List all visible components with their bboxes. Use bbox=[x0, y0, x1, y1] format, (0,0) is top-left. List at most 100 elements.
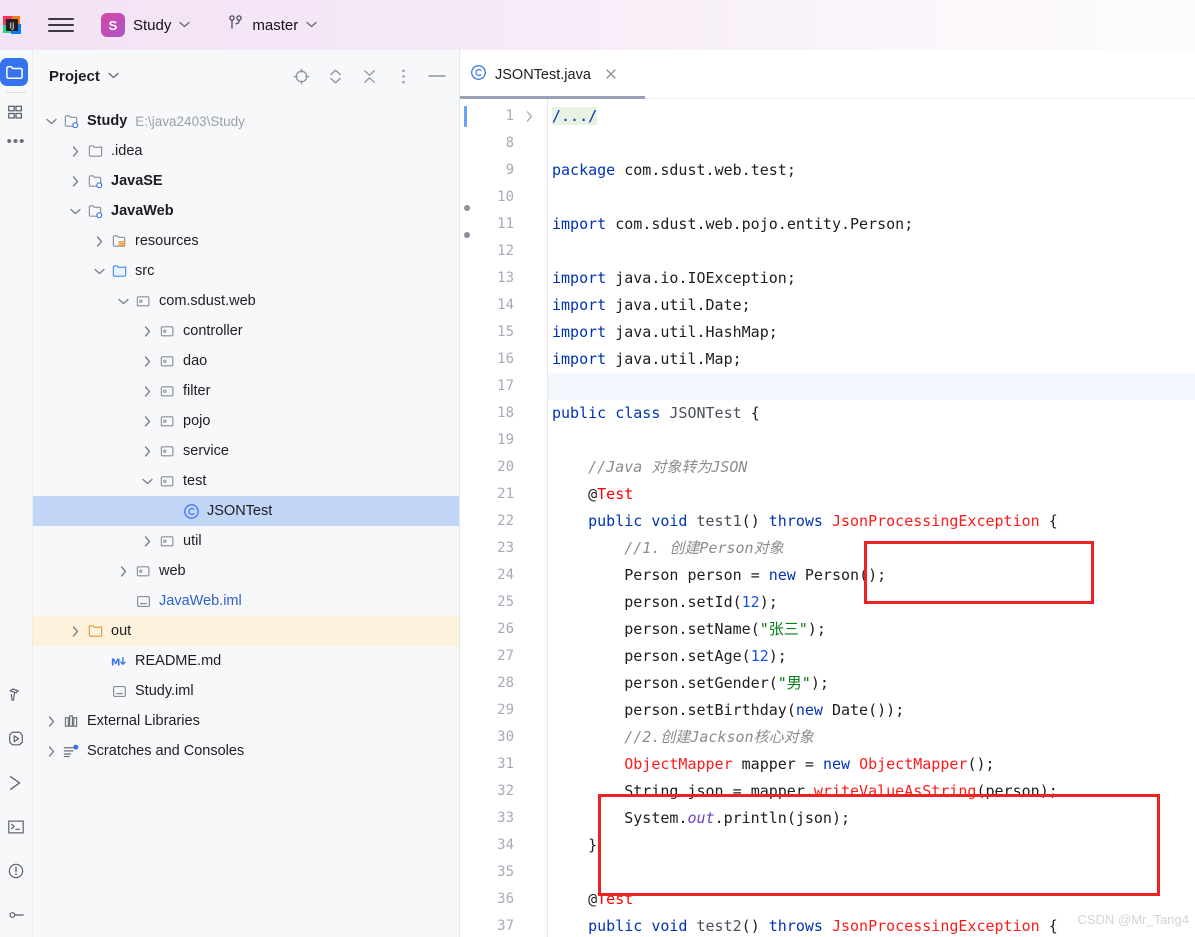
code-line: person.setAge(12); bbox=[624, 647, 787, 665]
editor-gutter[interactable]: 1 8 9 10 11 12 13 14 15 16 17 18 19 20 21 22 23 24 25 26 27 2… bbox=[460, 99, 548, 937]
tree-item-src[interactable]: src bbox=[33, 256, 459, 286]
iml-icon bbox=[133, 591, 153, 611]
line-number: 14 bbox=[497, 297, 514, 313]
tree-item-label: JavaSE bbox=[111, 173, 163, 189]
tree-item-resources[interactable]: resources bbox=[33, 226, 459, 256]
tree-item-label: src bbox=[135, 263, 155, 279]
chevron-right-icon[interactable] bbox=[115, 563, 131, 579]
line-number: 22 bbox=[497, 513, 514, 529]
tree-item-filter[interactable]: filter bbox=[33, 376, 459, 406]
package-icon bbox=[157, 471, 177, 491]
package-icon bbox=[157, 381, 177, 401]
chevron-down-icon[interactable] bbox=[67, 203, 83, 219]
chevron-right-icon[interactable] bbox=[67, 173, 83, 189]
markdown-icon: M bbox=[109, 651, 129, 671]
folded-comment-region[interactable]: /.../ bbox=[552, 107, 598, 125]
line-number: 8 bbox=[505, 135, 514, 151]
vertical-dots-icon[interactable] bbox=[393, 66, 413, 86]
chevron-right-icon[interactable] bbox=[139, 323, 155, 339]
vcs-change-marker[interactable] bbox=[464, 106, 467, 127]
chevron-right-icon[interactable] bbox=[139, 413, 155, 429]
code-fold-expand-icon[interactable] bbox=[526, 111, 533, 122]
more-tool-windows-button[interactable]: ••• bbox=[2, 127, 30, 155]
tree-item-controller[interactable]: controller bbox=[33, 316, 459, 346]
ellipsis-icon: ••• bbox=[6, 132, 26, 150]
code-line: public class JSONTest { bbox=[552, 404, 760, 422]
line-number: 32 bbox=[497, 783, 514, 799]
chevron-right-icon[interactable] bbox=[43, 743, 59, 759]
code-editor[interactable]: 1 8 9 10 11 12 13 14 15 16 17 18 19 20 21 22 23 24 25 26 27 2… bbox=[460, 99, 1195, 937]
tree-item-dao[interactable]: dao bbox=[33, 346, 459, 376]
tree-item-jsontest[interactable]: JSONTest bbox=[33, 496, 459, 526]
chevron-up-down-icon[interactable] bbox=[325, 66, 345, 86]
chevron-down-icon[interactable] bbox=[115, 293, 131, 309]
tree-item-com-sdust-web[interactable]: com.sdust.web bbox=[33, 286, 459, 316]
chevron-right-icon[interactable] bbox=[139, 533, 155, 549]
tree-item-javase[interactable]: JavaSE bbox=[33, 166, 459, 196]
build-tool-window-button[interactable] bbox=[2, 681, 30, 709]
tree-item-idea[interactable]: .idea bbox=[33, 136, 459, 166]
debug-tool-window-button[interactable] bbox=[2, 769, 30, 797]
code-content[interactable]: /.../ package com.sdust.web.test; import c… bbox=[548, 99, 1195, 937]
minimize-icon[interactable] bbox=[427, 66, 447, 86]
chevron-right-icon[interactable] bbox=[67, 143, 83, 159]
collapse-all-icon[interactable] bbox=[359, 66, 379, 86]
chevron-down-icon[interactable] bbox=[43, 113, 59, 129]
gutter-marker-dot[interactable] bbox=[464, 205, 470, 211]
tree-item-scratches-and-consoles[interactable]: Scratches and Consoles bbox=[33, 736, 459, 766]
project-tool-window-button[interactable] bbox=[0, 58, 28, 86]
tree-item-readme-md[interactable]: M README.md bbox=[33, 646, 459, 676]
version-control-tool-window-button[interactable] bbox=[2, 901, 30, 929]
line-number: 13 bbox=[497, 270, 514, 286]
close-icon[interactable] bbox=[605, 68, 617, 82]
package-icon bbox=[133, 291, 153, 311]
editor-tab-jsontest[interactable]: JSONTest.java bbox=[460, 50, 629, 99]
line-number: 20 bbox=[497, 459, 514, 475]
tree-item-service[interactable]: service bbox=[33, 436, 459, 466]
chevron-right-icon[interactable] bbox=[43, 713, 59, 729]
chevron-down-icon[interactable] bbox=[108, 70, 119, 82]
chevron-right-icon[interactable] bbox=[67, 623, 83, 639]
tree-item-test[interactable]: test bbox=[33, 466, 459, 496]
chevron-down-icon[interactable] bbox=[139, 473, 155, 489]
structure-tool-window-button[interactable] bbox=[2, 99, 30, 127]
chevron-right-icon[interactable] bbox=[139, 383, 155, 399]
chevron-right-icon[interactable] bbox=[139, 353, 155, 369]
tree-item-javaweb-iml[interactable]: JavaWeb.iml bbox=[33, 586, 459, 616]
tree-item-javaweb[interactable]: JavaWeb bbox=[33, 196, 459, 226]
tree-item-out[interactable]: out bbox=[33, 616, 459, 646]
tree-item-label: util bbox=[183, 533, 202, 549]
project-panel-header: Project bbox=[33, 50, 459, 102]
code-line: } bbox=[588, 836, 598, 854]
source-icon bbox=[109, 261, 129, 281]
project-widget[interactable]: S Study bbox=[96, 10, 195, 40]
chevron-right-icon[interactable] bbox=[139, 443, 155, 459]
run-tool-window-button[interactable] bbox=[2, 725, 30, 753]
git-branch-widget[interactable]: master bbox=[223, 11, 322, 39]
scratches-icon bbox=[61, 741, 81, 761]
tree-item-pojo[interactable]: pojo bbox=[33, 406, 459, 436]
line-number: 15 bbox=[497, 324, 514, 340]
tree-item-label: External Libraries bbox=[87, 713, 200, 729]
tree-item-study-iml[interactable]: Study.iml bbox=[33, 676, 459, 706]
tree-item-util[interactable]: util bbox=[33, 526, 459, 556]
code-line: person.setBirthday(new Date()); bbox=[624, 701, 905, 719]
hamburger-menu-icon[interactable] bbox=[48, 12, 74, 38]
problems-tool-window-button[interactable] bbox=[2, 857, 30, 885]
tree-item-external-libraries[interactable]: External Libraries bbox=[33, 706, 459, 736]
locate-target-icon[interactable] bbox=[291, 66, 311, 86]
chevron-right-icon[interactable] bbox=[91, 233, 107, 249]
gutter-marker-dot[interactable] bbox=[464, 232, 470, 238]
line-number: 26 bbox=[497, 621, 514, 637]
panel-title: Project bbox=[49, 67, 100, 85]
terminal-tool-window-button[interactable] bbox=[2, 813, 30, 841]
tree-item-web[interactable]: web bbox=[33, 556, 459, 586]
chevron-down-icon[interactable] bbox=[91, 263, 107, 279]
resources-icon bbox=[109, 231, 129, 251]
tool-window-rail: ••• bbox=[0, 50, 33, 937]
code-line: Person person = new Person(); bbox=[624, 566, 887, 584]
tree-item-study[interactable]: Study E:\java2403\Study bbox=[33, 106, 459, 136]
library-icon bbox=[61, 711, 81, 731]
